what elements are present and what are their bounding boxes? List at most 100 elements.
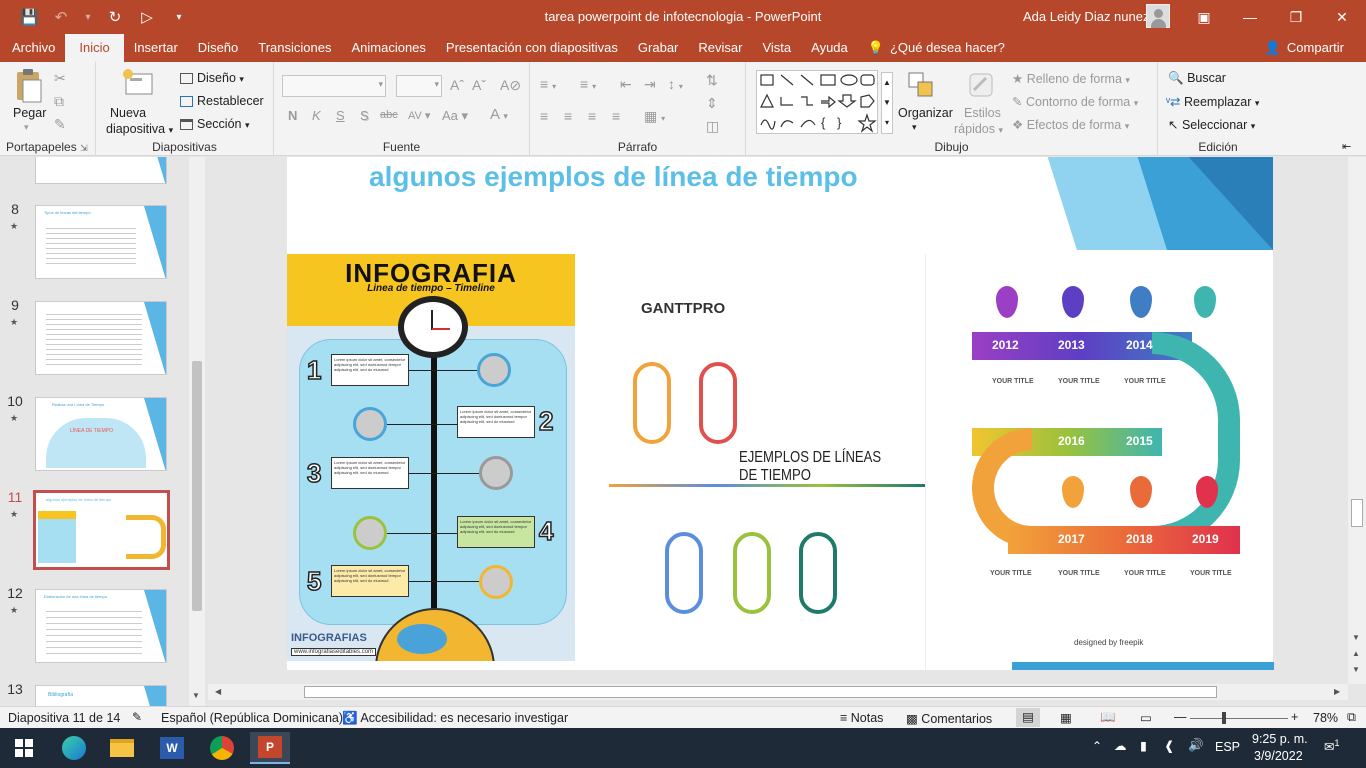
thumbnail-12[interactable]: Elaboración de una línea de tiempo [35,589,167,663]
arrange-dropdown-icon[interactable]: ▾ [912,122,917,133]
thumbnail-scrollbar-thumb[interactable] [192,361,202,611]
new-slide-label-1[interactable]: Nueva [110,106,146,120]
horizontal-scrollbar[interactable]: ◀ ▶ [208,684,1348,700]
horizontal-scrollbar-thumb[interactable] [304,686,1217,698]
slideshow-icon[interactable]: ▷ [138,8,156,26]
slide-scrollbar[interactable]: ▼ ▲ ▼ [1348,157,1366,684]
thumbnail-9[interactable] [35,301,167,375]
arrange-label[interactable]: Organizar [898,106,953,120]
comments-button[interactable]: ▩ Comentarios [906,711,992,726]
justify-icon[interactable]: ≡ [612,108,620,124]
numbering-icon[interactable]: ≡ ▾ [580,76,596,92]
thumbnail-7[interactable] [35,157,167,184]
paste-dropdown-icon[interactable]: ▾ [24,122,29,133]
arrange-button[interactable] [906,70,936,103]
font-name-combo[interactable]: ▾ [282,75,386,97]
current-slide[interactable]: algunos ejemplos de línea de tiempo INFO… [287,157,1274,670]
layout-button[interactable]: Diseño ▾ [180,71,244,85]
zoom-slider[interactable] [1190,718,1288,719]
thumbnail-11[interactable]: algunos ejemplos de línea de tiempo [33,490,170,570]
clock-time[interactable]: 9:25 p. m. [1252,732,1308,746]
undo-dropdown-icon[interactable]: ▾ [84,12,92,23]
tell-me-search[interactable]: 💡 ¿Qué desea hacer? [858,34,1015,62]
slide-title[interactable]: algunos ejemplos de línea de tiempo [369,161,858,193]
reading-view-icon[interactable]: 📖 [1100,710,1116,725]
change-case-button[interactable]: Aa ▾ [442,108,468,124]
quick-styles-label-2[interactable]: rápidos ▾ [954,122,1003,136]
strikethrough-button[interactable]: abc [380,109,398,121]
spellcheck-icon[interactable]: ✎ [132,710,142,724]
normal-view-icon[interactable]: ▤ [1016,708,1040,727]
tab-presentacion[interactable]: Presentación con diapositivas [436,34,628,62]
tab-ayuda[interactable]: Ayuda [801,34,858,62]
decrease-indent-icon[interactable]: ⇤ [620,76,632,93]
zoom-out-icon[interactable]: — [1174,710,1187,724]
next-slide-icon[interactable]: ▼ [1352,665,1360,674]
thumbnail-scrollbar[interactable]: ▼ [189,157,205,707]
quick-styles-button[interactable] [966,70,996,103]
tab-diseno[interactable]: Diseño [188,34,248,62]
notification-icon[interactable]: ✉1 [1324,738,1340,754]
onedrive-icon[interactable]: ☁ [1114,738,1127,753]
tab-revisar[interactable]: Revisar [688,34,752,62]
section-button[interactable]: Sección ▾ [180,117,250,131]
shrink-font-icon[interactable]: Aˇ [472,77,486,93]
start-button[interactable] [4,732,44,764]
tab-animaciones[interactable]: Animaciones [341,34,435,62]
thumbnail-10[interactable]: Realiza una Línea de Tiempo LÍNEA DE TIE… [35,397,167,471]
input-language[interactable]: ESP [1215,740,1240,754]
shapes-gallery-scroll[interactable]: ▲ ▼ ▾ [881,72,893,134]
grow-font-icon[interactable]: Aˆ [450,77,464,93]
cut-icon[interactable]: ✂ [54,70,66,87]
align-left-icon[interactable]: ≡ [540,108,548,124]
redo-icon[interactable]: ↻ [106,8,124,26]
slide-sorter-icon[interactable]: ▦ [1060,710,1072,725]
zoom-slider-handle[interactable] [1222,712,1226,724]
tab-grabar[interactable]: Grabar [628,34,688,62]
scroll-left-icon[interactable]: ◀ [215,687,221,696]
accessibility-status[interactable]: ♿ Accesibilidad: es necesario investigar [342,711,568,726]
share-button[interactable]: 👤 Compartir [1255,34,1354,62]
shape-effects-button[interactable]: ❖ Efectos de forma ▾ [1012,117,1129,132]
reset-button[interactable]: Restablecer [180,94,264,108]
infografia-image[interactable]: INFOGRAFIA Linea de tiempo – Timeline 1 … [287,254,575,661]
paste-button[interactable] [14,68,44,107]
avatar[interactable] [1146,4,1170,28]
font-color-button[interactable]: A ▾ [490,106,508,123]
columns-icon[interactable]: ▦ ▾ [644,108,665,125]
line-spacing-icon[interactable]: ↕ ▾ [668,76,683,92]
thumbnail-13[interactable]: Bibliografía [35,685,167,707]
replace-button[interactable]: ᵛ⇄ Reemplazar ▾ [1166,94,1259,109]
align-text-icon[interactable]: ⇕ [706,95,718,112]
volume-icon[interactable]: 🔊 [1188,738,1204,753]
tab-insertar[interactable]: Insertar [124,34,188,62]
tab-archivo[interactable]: Archivo [0,34,65,62]
ganttpro-image[interactable]: GANTTPRO EJEMPLOS DE LÍNEAS DE TIEMPO [609,254,925,634]
text-direction-icon[interactable]: ⇅ [706,72,718,89]
bullets-icon[interactable]: ≡ ▾ [540,76,556,92]
previous-slide-icon[interactable]: ▲ [1352,649,1360,658]
word-icon[interactable]: W [152,732,192,764]
tab-inicio[interactable]: Inicio [65,34,124,62]
customize-qat-icon[interactable]: ▾ [170,12,188,23]
zoom-level[interactable]: 78% [1313,711,1338,725]
show-hidden-icons[interactable]: ⌃ [1092,739,1102,753]
clock-date[interactable]: 3/9/2022 [1254,749,1303,763]
tab-transiciones[interactable]: Transiciones [248,34,341,62]
language-status[interactable]: Español (República Dominicana) [161,711,343,725]
user-name[interactable]: Ada Leidy Diaz nunez [1023,9,1149,24]
format-painter-icon[interactable]: ✎ [54,116,66,133]
align-right-icon[interactable]: ≡ [588,108,596,124]
ribbon-display-icon[interactable]: ▣ [1181,0,1227,34]
zoom-in-icon[interactable]: + [1291,710,1298,724]
close-button[interactable]: ✕ [1319,0,1365,34]
shapes-gallery[interactable]: {} [756,70,878,134]
increase-indent-icon[interactable]: ⇥ [644,76,656,93]
scroll-down-icon[interactable]: ▼ [192,691,200,700]
battery-icon[interactable]: ▮ [1140,738,1147,753]
new-slide-button[interactable] [122,68,156,103]
thumbnail-8[interactable]: Tipos de líneas del tiempo [35,205,167,279]
smartart-icon[interactable]: ◫ [706,118,719,135]
font-size-combo[interactable]: ▾ [396,75,442,97]
paste-label[interactable]: Pegar [13,106,46,120]
